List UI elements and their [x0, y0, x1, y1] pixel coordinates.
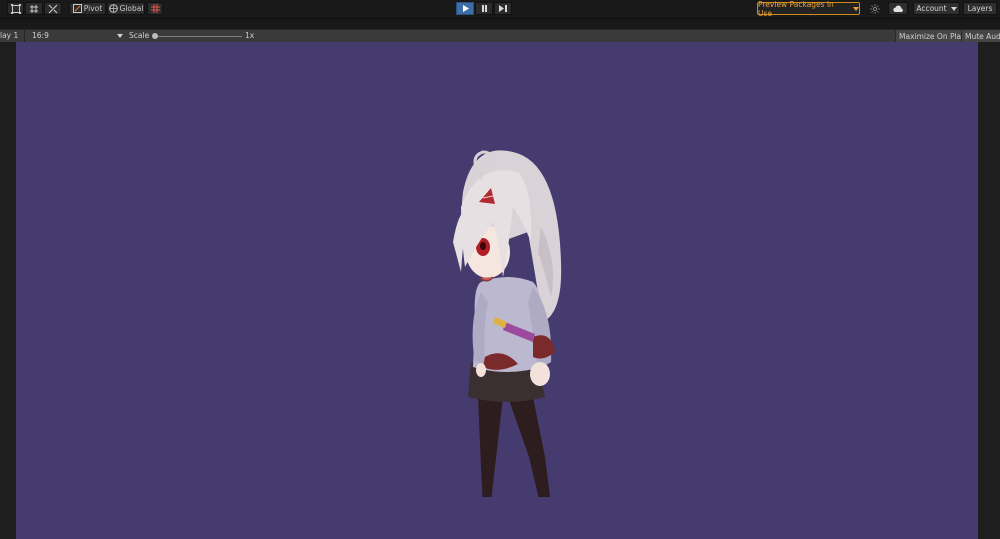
account-dropdown[interactable]: Account — [913, 2, 960, 15]
pause-button[interactable] — [475, 2, 493, 15]
account-label: Account — [916, 4, 947, 13]
mute-audio-toggle[interactable]: Mute Audio — [961, 30, 1000, 42]
move-snap-tool-button[interactable] — [25, 2, 43, 15]
mute-audio-label: Mute Audio — [965, 31, 1000, 41]
pivot-label: Pivot — [83, 4, 103, 13]
custom-tool-button[interactable] — [44, 2, 62, 15]
chevron-down-icon — [950, 6, 957, 11]
pivot-icon — [72, 4, 82, 13]
pivot-toggle[interactable]: Pivot — [69, 2, 106, 15]
play-button[interactable] — [456, 2, 474, 15]
maximize-on-play-toggle[interactable]: Maximize On Play — [895, 30, 966, 42]
chevron-down-icon — [117, 34, 123, 38]
scale-value: 1x — [245, 31, 255, 40]
cloud-icon — [892, 5, 903, 12]
grid-snap-button[interactable] — [147, 2, 163, 15]
anime-character-sprite — [453, 150, 562, 497]
play-icon — [462, 5, 469, 12]
separator — [24, 30, 25, 42]
layers-dropdown[interactable]: Layers — [963, 2, 997, 15]
rect-tool-icon — [10, 3, 21, 14]
game-view-toolbar: lay 1 16:9 Scale 1x Maximize On Play Mut… — [0, 29, 1000, 43]
maximize-on-play-label: Maximize On Play — [899, 31, 966, 41]
grid-move-icon — [30, 4, 38, 13]
tools-icon — [48, 4, 58, 13]
scale-label: Scale — [129, 31, 150, 40]
grid-snap-icon — [150, 4, 160, 13]
aspect-dropdown[interactable]: 16:9 — [32, 31, 49, 40]
preview-packages-label: Preview Packages in Use — [758, 0, 834, 18]
global-label: Global — [119, 4, 144, 13]
cloud-button[interactable] — [888, 2, 908, 15]
pause-icon — [481, 5, 487, 12]
services-button[interactable] — [866, 2, 883, 15]
globe-icon — [108, 4, 118, 13]
global-toggle[interactable]: Global — [107, 2, 145, 15]
sun-icon — [869, 3, 880, 14]
display-dropdown[interactable]: lay 1 — [0, 31, 18, 40]
layers-label: Layers — [967, 4, 993, 13]
preview-packages-button[interactable]: Preview Packages in Use — [757, 0, 860, 18]
chevron-down-icon — [853, 6, 859, 11]
scale-slider-track[interactable] — [156, 36, 242, 37]
game-view-viewport[interactable] — [16, 42, 978, 539]
scale-slider-handle[interactable] — [152, 33, 158, 39]
rect-tool-button[interactable] — [7, 2, 24, 15]
step-icon — [499, 5, 507, 12]
playmode-controls — [456, 2, 512, 15]
main-toolbar: Pivot Global Preview Packages in Use Acc… — [0, 0, 1000, 19]
step-button[interactable] — [494, 2, 512, 15]
